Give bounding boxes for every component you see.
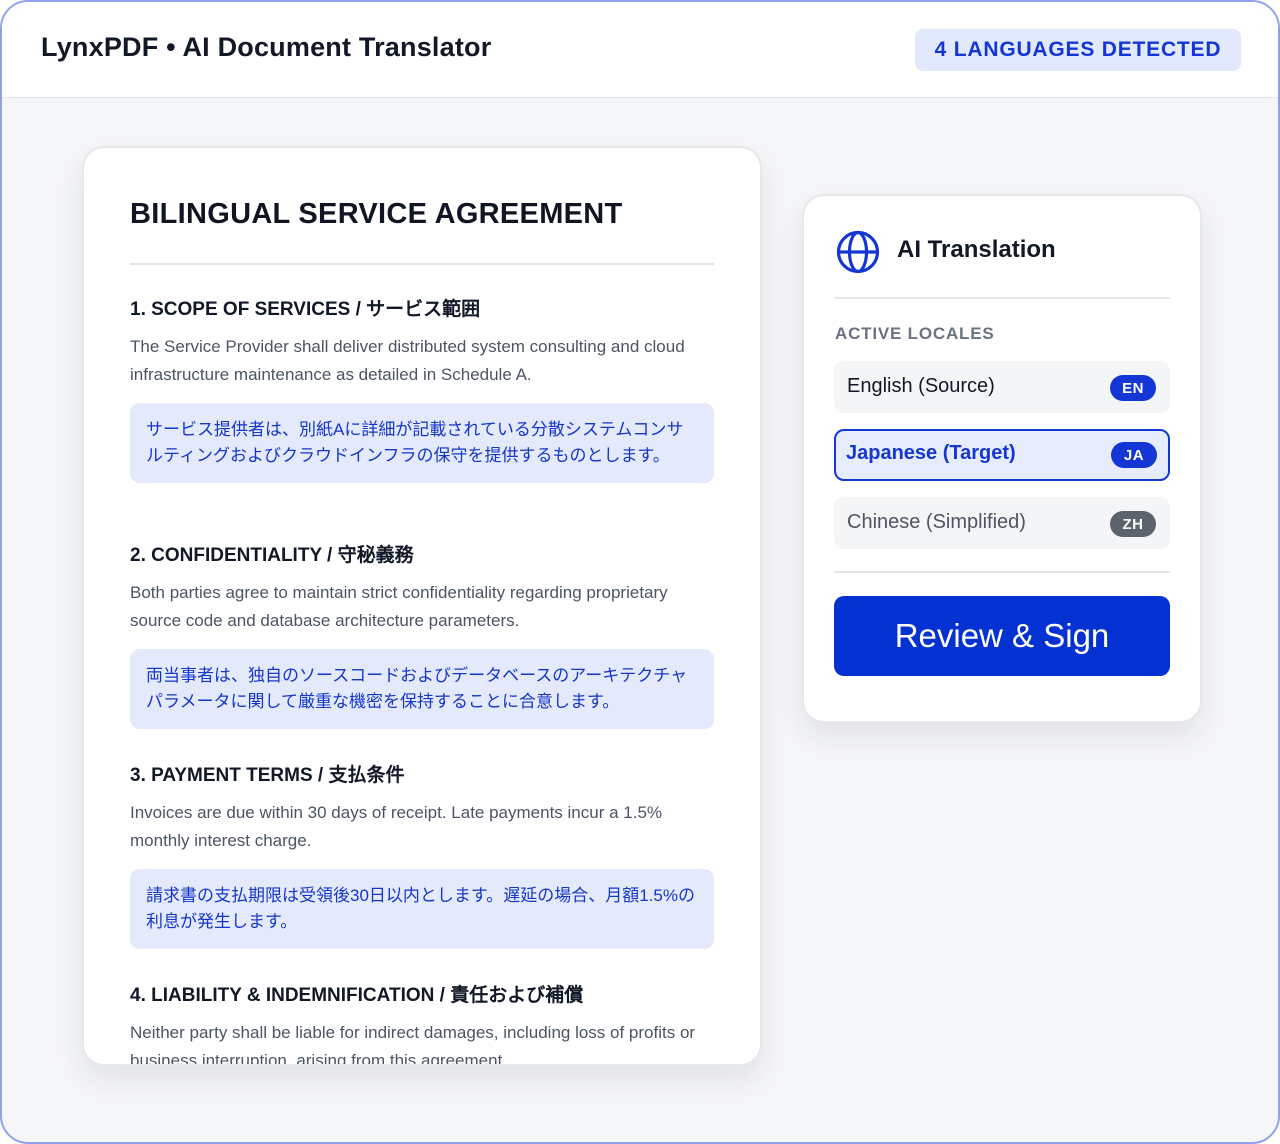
panel-title: AI Translation [897,236,1056,263]
languages-detected-badge: 4 LANGUAGES DETECTED [915,29,1241,71]
translation-panel: AI Translation ACTIVE LOCALES English (S… [802,194,1202,723]
document-section: 1. SCOPE OF SERVICES / サービス範囲 The Servic… [130,295,714,483]
section-english-text: The Service Provider shall deliver distr… [130,337,685,384]
locale-code-badge: ZH [1110,511,1156,537]
review-and-sign-button[interactable]: Review & Sign [834,596,1170,676]
locale-item-japanese[interactable]: Japanese (Target) JA [834,429,1170,481]
locale-code-badge: EN [1110,375,1156,401]
document-section: 4. LIABILITY & INDEMNIFICATION / 責任および補償… [130,981,714,1066]
locale-name: Chinese (Simplified) [847,511,1026,533]
app-window: LynxPDF • AI Document Translator 4 LANGU… [0,0,1280,1144]
section-japanese-translation: 請求書の支払期限は受領後30日以内とします。遅延の場合、月額1.5%の利息が発生… [130,869,714,949]
app-title: LynxPDF • AI Document Translator [41,32,492,62]
section-english-text: Both parties agree to maintain strict co… [130,583,668,630]
section-japanese-translation: 両当事者は、独自のソースコードおよびデータベースのアーキテクチャパラメータに関し… [130,649,714,729]
section-heading: 3. PAYMENT TERMS / 支払条件 [130,765,405,786]
section-heading: 2. CONFIDENTIALITY / 守秘義務 [130,545,414,566]
document-section: 2. CONFIDENTIALITY / 守秘義務 Both parties a… [130,541,714,729]
app-header: LynxPDF • AI Document Translator 4 LANGU… [2,2,1278,98]
locale-item-english[interactable]: English (Source) EN [834,361,1170,413]
document-card[interactable]: BILINGUAL SERVICE AGREEMENT 1. SCOPE OF … [82,146,762,1066]
section-japanese-translation: サービス提供者は、別紙Aに詳細が記載されている分散システムコンサルティングおよび… [130,403,714,483]
section-heading: 1. SCOPE OF SERVICES / サービス範囲 [130,299,481,320]
locale-item-chinese[interactable]: Chinese (Simplified) ZH [834,497,1170,549]
locale-name: Japanese (Target) [846,442,1016,464]
globe-icon [836,230,880,274]
section-heading: 4. LIABILITY & INDEMNIFICATION / 責任および補償 [130,985,584,1006]
document-title: BILINGUAL SERVICE AGREEMENT [130,198,623,230]
active-locales-label: ACTIVE LOCALES [835,324,995,343]
locale-code-badge: JA [1111,442,1157,468]
section-english-text: Invoices are due within 30 days of recei… [130,803,663,850]
section-english-text: Neither party shall be liable for indire… [130,1023,696,1066]
panel-divider [834,297,1170,299]
locale-name: English (Source) [847,375,995,397]
title-divider [130,263,714,265]
panel-divider [834,571,1170,573]
document-section: 3. PAYMENT TERMS / 支払条件 Invoices are due… [130,761,714,949]
